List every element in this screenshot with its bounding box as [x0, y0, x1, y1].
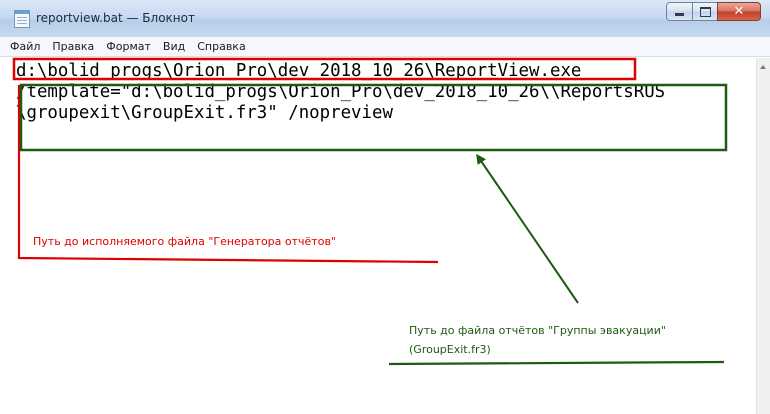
window-controls: ✕: [666, 2, 761, 21]
maximize-button[interactable]: [692, 2, 718, 21]
editor-line: d:\bolid_progs\Orion_Pro\dev_2018_10_26\…: [16, 61, 582, 81]
exe-path-annotation: Путь до исполняемого файла "Генератора о…: [33, 235, 336, 248]
menu-format[interactable]: Формат: [100, 37, 157, 57]
menu-edit[interactable]: Правка: [46, 37, 100, 57]
notepad-icon: [14, 10, 30, 28]
title-bar[interactable]: reportview.bat — Блокнот ✕: [0, 0, 770, 38]
vertical-scrollbar[interactable]: [756, 58, 770, 414]
scroll-up-arrow-icon[interactable]: [760, 65, 766, 69]
menu-view[interactable]: Вид: [157, 37, 191, 57]
menu-help[interactable]: Справка: [191, 37, 251, 57]
editor-line: \groupexit\GroupExit.fr3" /nopreview: [16, 103, 393, 123]
report-file-annotation-line1: Путь до файла отчётов "Группы эвакуации": [409, 324, 666, 337]
menu-file[interactable]: Файл: [4, 37, 46, 57]
notepad-window: reportview.bat — Блокнот ✕ Файл Правка Ф…: [0, 0, 770, 414]
close-icon: ✕: [733, 4, 745, 19]
report-file-annotation: Путь до файла отчётов "Группы эвакуации"…: [409, 321, 729, 359]
close-button[interactable]: ✕: [717, 2, 761, 21]
minimize-button[interactable]: [666, 2, 693, 21]
maximize-icon: [699, 6, 711, 17]
minimize-icon: [675, 13, 684, 16]
window-title: reportview.bat — Блокнот: [36, 11, 195, 25]
report-file-annotation-line2: (GroupExit.fr3): [409, 343, 491, 356]
editor-line: /template="d:\bolid_progs\Orion_Pro\dev_…: [16, 82, 666, 102]
menu-bar: Файл Правка Формат Вид Справка: [0, 37, 770, 57]
